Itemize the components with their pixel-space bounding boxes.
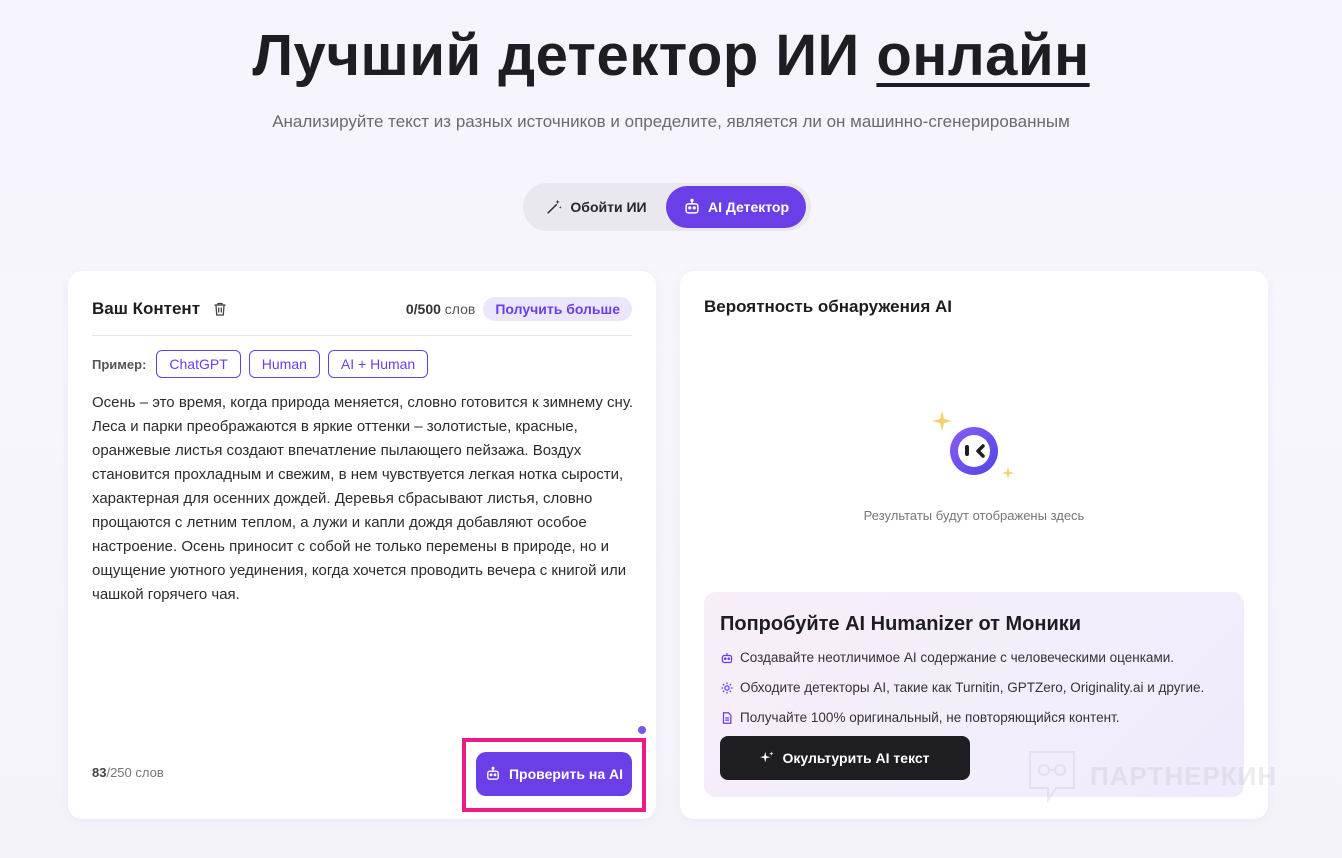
humanize-button-label: Окультурить AI текст [782,750,930,766]
promo-item: Получайте 100% оригинальный, не повторяю… [720,710,1119,725]
watermark-logo-icon [1029,751,1075,804]
document-icon [722,711,732,724]
content-textarea[interactable]: Осень – это время, когда природа меняетс… [92,391,637,607]
promo-item-text: Получайте 100% оригинальный, не повторяю… [740,710,1120,725]
robot-icon [685,198,699,214]
results-placeholder: Результаты будут отображены здесь [863,508,1085,523]
example-human-button[interactable]: Human [248,350,320,378]
watermark: ПАРТНЕРКИН [1026,748,1277,804]
example-chatgpt-button[interactable]: ChatGPT [156,350,241,378]
example-ai-human-button[interactable]: AI + Human [327,350,429,378]
gear-icon [721,681,733,694]
bottom-word-counter: 83/250 слов [92,765,164,780]
get-more-button[interactable]: Получить больше [483,297,632,321]
word-counter: 0/500 слов [406,301,476,317]
page-title-underlined: онлайн [876,23,1090,88]
page-title-main: Лучший детектор ИИ [252,23,860,88]
check-ai-button[interactable]: Проверить на AI [476,752,632,796]
tab-bypass-ai-label: Обойти ИИ [570,199,647,215]
mode-switch: Обойти ИИ AI Детектор [523,183,811,231]
promo-item-text: Создавайте неотличимое AI содержание с ч… [740,650,1175,665]
result-card: Вероятность обнаружения AI Результаты бу… [680,271,1268,819]
promo-item: Обходите детекторы AI, такие как Turniti… [720,680,1204,695]
word-counter-limit: /500 [413,301,441,317]
word-counter-unit: слов [444,301,476,317]
promo-item: Создавайте неотличимое AI содержание с ч… [720,650,1174,665]
indicator-dot [638,726,646,734]
content-title: Ваш Контент [92,299,201,318]
divider [92,335,632,336]
check-ai-button-label: Проверить на AI [508,766,624,782]
robot-icon [487,766,499,780]
examples-row: Пример: ChatGPT Human AI + Human [92,350,429,378]
watermark-text: ПАРТНЕРКИН [1090,760,1278,791]
page-subtitle: Анализируйте текст из разных источников … [272,112,1070,131]
result-title: Вероятность обнаружения AI [704,297,952,316]
page-title: Лучший детектор ИИ онлайн [0,22,1342,89]
bottom-word-counter-value: 83 [92,765,107,780]
tab-bypass-ai[interactable]: Обойти ИИ [526,186,666,228]
promo-title: Попробуйте AI Humanizer от Моники [720,613,1082,635]
examples-label: Пример: [92,356,147,372]
mascot-icon [932,411,1014,479]
robot-icon [721,652,733,663]
trash-icon[interactable] [212,301,228,317]
content-header: Ваш Контент 0/500 слов Получить больше [92,297,632,321]
content-card: Ваш Контент 0/500 слов Получить больше П… [68,271,656,819]
bottom-word-counter-rest: /250 слов [106,765,164,780]
tab-ai-detector-label: AI Детектор [707,199,790,215]
sparkle-icon [760,751,775,763]
tab-ai-detector[interactable]: AI Детектор [666,186,806,228]
word-counter-used: 0 [405,301,414,317]
humanize-button[interactable]: Окультурить AI текст [720,736,970,780]
magic-wand-icon [547,199,562,214]
promo-item-text: Обходите детекторы AI, такие как Turniti… [740,680,1205,695]
